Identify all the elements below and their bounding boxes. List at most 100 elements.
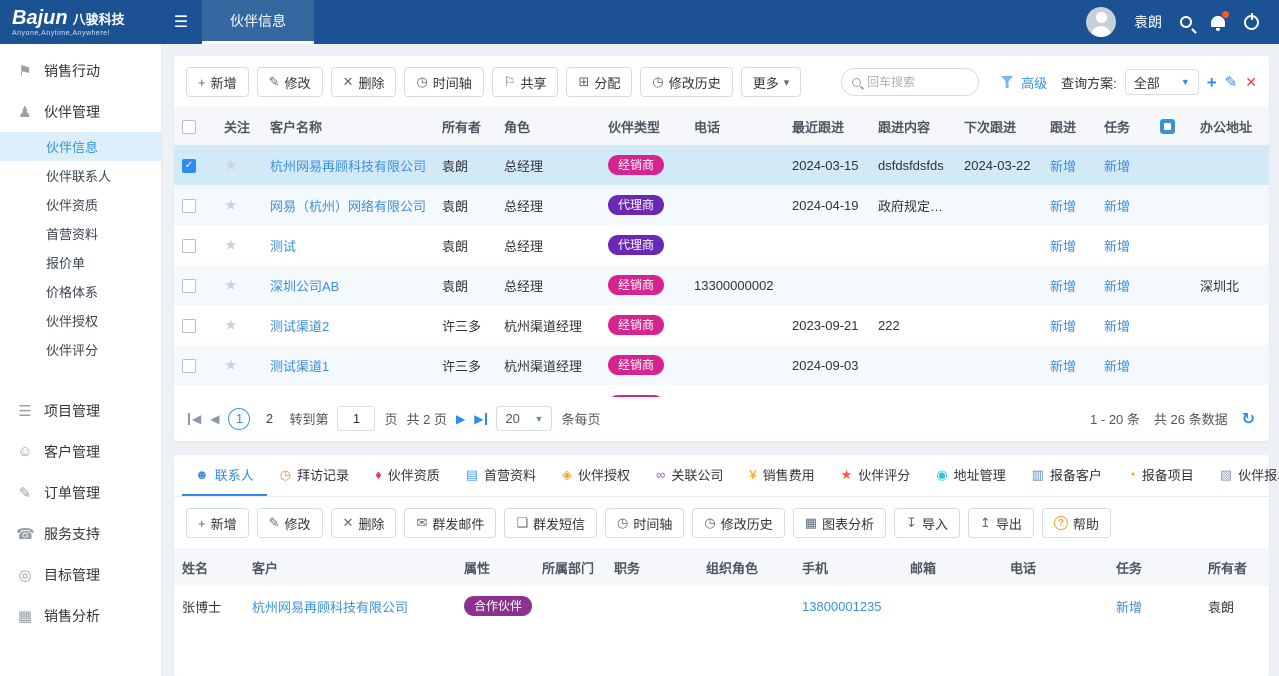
goto-page-input[interactable]: [337, 406, 375, 431]
task-add-link[interactable]: 新增: [1104, 279, 1130, 294]
query-scheme-select[interactable]: 全部 ▼: [1125, 69, 1199, 95]
notifications-bell-icon[interactable]: [1210, 14, 1226, 30]
follow-add-link[interactable]: 新增: [1050, 279, 1076, 294]
timeline-button[interactable]: ◷时间轴: [404, 67, 483, 97]
sidebar-item-销售分析[interactable]: ▦销售分析: [0, 595, 161, 636]
follow-add-link[interactable]: 新增: [1050, 359, 1076, 374]
power-icon[interactable]: [1244, 15, 1259, 30]
star-icon[interactable]: ★: [224, 237, 237, 254]
export-button[interactable]: ↥导出: [968, 508, 1034, 538]
tab-关联公司[interactable]: ∞关联公司: [643, 455, 736, 496]
sidebar-item-价格体系[interactable]: 价格体系: [0, 277, 161, 306]
customer-name-link[interactable]: 深圳公司AB: [270, 279, 339, 294]
advanced-filter-button[interactable]: 高级: [1021, 73, 1047, 92]
first-page-button[interactable]: ◀: [188, 413, 201, 425]
star-icon[interactable]: ★: [224, 197, 237, 214]
delete-button[interactable]: ✕删除: [331, 67, 397, 97]
tab-伙伴资质[interactable]: ♦伙伴资质: [362, 455, 453, 496]
tab-销售费用[interactable]: ¥销售费用: [736, 455, 827, 496]
sidebar-item-首营资料[interactable]: 首营资料: [0, 219, 161, 248]
follow-add-link[interactable]: 新增: [1050, 199, 1076, 214]
sidebar-item-销售行动[interactable]: ⚑销售行动: [0, 50, 161, 91]
history-button[interactable]: ◷修改历史: [640, 67, 732, 97]
tab-地址管理[interactable]: ◉地址管理: [923, 455, 1018, 496]
more-button[interactable]: 更多▾: [741, 67, 802, 97]
page-size-select[interactable]: 20 ▼: [496, 406, 552, 431]
assign-button[interactable]: ⊞分配: [566, 67, 632, 97]
user-name[interactable]: 袁朗: [1134, 12, 1162, 32]
select-all-checkbox[interactable]: [182, 120, 196, 134]
row-checkbox[interactable]: [182, 199, 196, 213]
contact-customer-link[interactable]: 杭州网易再顾科技有限公司: [252, 600, 408, 615]
sidebar-item-伙伴管理[interactable]: ♟伙伴管理: [0, 91, 161, 132]
row-checkbox[interactable]: [182, 279, 196, 293]
row-checkbox[interactable]: [182, 319, 196, 333]
sidebar-item-服务支持[interactable]: ☎服务支持: [0, 513, 161, 554]
customer-name-link[interactable]: 测试渠道1: [270, 359, 329, 374]
detail-add-button[interactable]: +新增: [186, 508, 249, 538]
follow-add-link[interactable]: 新增: [1050, 239, 1076, 254]
customer-name-link[interactable]: 杭州网易再顾科技有限公司: [270, 159, 426, 174]
page-1-button[interactable]: 1: [228, 408, 250, 430]
task-add-link[interactable]: 新增: [1104, 319, 1130, 334]
avatar[interactable]: [1086, 7, 1116, 37]
next-page-button[interactable]: ▶: [456, 413, 465, 425]
nav-tab-partner-info[interactable]: 伙伴信息: [202, 0, 314, 44]
sidebar-item-伙伴授权[interactable]: 伙伴授权: [0, 306, 161, 335]
follow-add-link[interactable]: 新增: [1050, 319, 1076, 334]
refresh-icon[interactable]: ↻: [1242, 409, 1255, 429]
topbar-search-icon[interactable]: [1180, 16, 1192, 28]
tab-报备客户[interactable]: ▥报备客户: [1019, 455, 1115, 496]
bulk-email-button[interactable]: ✉群发邮件: [404, 508, 496, 538]
chart-analysis-button[interactable]: ▦图表分析: [793, 508, 886, 538]
star-icon[interactable]: ★: [224, 317, 237, 334]
add-scheme-icon[interactable]: +: [1207, 74, 1217, 91]
sidebar-item-报价单[interactable]: 报价单: [0, 248, 161, 277]
row-checkbox[interactable]: ✓: [182, 159, 196, 173]
tab-联系人[interactable]: ☻联系人: [182, 455, 267, 496]
task-add-link[interactable]: 新增: [1104, 159, 1130, 174]
tab-伙伴报单[interactable]: ▧伙伴报单: [1207, 455, 1279, 496]
tab-伙伴授权[interactable]: ◈伙伴授权: [549, 455, 643, 496]
detail-delete-button[interactable]: ✕删除: [331, 508, 397, 538]
search-input[interactable]: [867, 75, 968, 89]
edit-button[interactable]: ✎修改: [257, 67, 323, 97]
customer-name-link[interactable]: 网易（杭州）网络有限公司: [270, 199, 426, 214]
import-button[interactable]: ↧导入: [894, 508, 960, 538]
follow-add-link[interactable]: 新增: [1050, 159, 1076, 174]
delete-scheme-icon[interactable]: ✕: [1245, 75, 1257, 89]
task-add-link[interactable]: 新增: [1104, 359, 1130, 374]
customer-name-link[interactable]: 测试: [270, 239, 296, 254]
add-button[interactable]: +新增: [186, 67, 249, 97]
detail-history-button[interactable]: ◷修改历史: [692, 508, 784, 538]
sidebar-item-伙伴评分[interactable]: 伙伴评分: [0, 335, 161, 364]
menu-toggle-icon[interactable]: ☰: [160, 0, 202, 44]
task-add-link[interactable]: 新增: [1116, 600, 1142, 615]
help-button[interactable]: ?帮助: [1042, 508, 1111, 538]
tab-首营资料[interactable]: ▤首营资料: [453, 455, 549, 496]
customer-name-link[interactable]: 测试渠道2: [270, 319, 329, 334]
star-icon[interactable]: ★: [224, 357, 237, 374]
sidebar-item-伙伴信息[interactable]: 伙伴信息: [0, 132, 161, 161]
sidebar-item-目标管理[interactable]: ◎目标管理: [0, 554, 161, 595]
sidebar-item-伙伴资质[interactable]: 伙伴资质: [0, 190, 161, 219]
sidebar-item-客户管理[interactable]: ☺客户管理: [0, 431, 161, 472]
row-checkbox[interactable]: [182, 359, 196, 373]
search-box[interactable]: [841, 68, 979, 96]
filter-funnel-icon[interactable]: [1001, 76, 1013, 88]
last-page-button[interactable]: ▶: [474, 413, 487, 425]
tab-拜访记录[interactable]: ◷拜访记录: [267, 455, 362, 496]
sidebar-item-伙伴联系人[interactable]: 伙伴联系人: [0, 161, 161, 190]
detail-edit-button[interactable]: ✎修改: [257, 508, 323, 538]
tab-伙伴评分[interactable]: ★伙伴评分: [828, 455, 924, 496]
prev-page-button[interactable]: ◀: [210, 413, 219, 425]
star-icon[interactable]: ★: [224, 157, 237, 174]
page-2-button[interactable]: 2: [258, 408, 280, 430]
task-add-link[interactable]: 新增: [1104, 199, 1130, 214]
mobile-link[interactable]: 13800001235: [802, 599, 882, 614]
row-checkbox[interactable]: [182, 239, 196, 253]
sidebar-item-项目管理[interactable]: ☰项目管理: [0, 390, 161, 431]
tab-报备项目[interactable]: ◔报备项目: [1115, 455, 1207, 496]
sidebar-item-订单管理[interactable]: ✎订单管理: [0, 472, 161, 513]
detail-timeline-button[interactable]: ◷时间轴: [605, 508, 684, 538]
